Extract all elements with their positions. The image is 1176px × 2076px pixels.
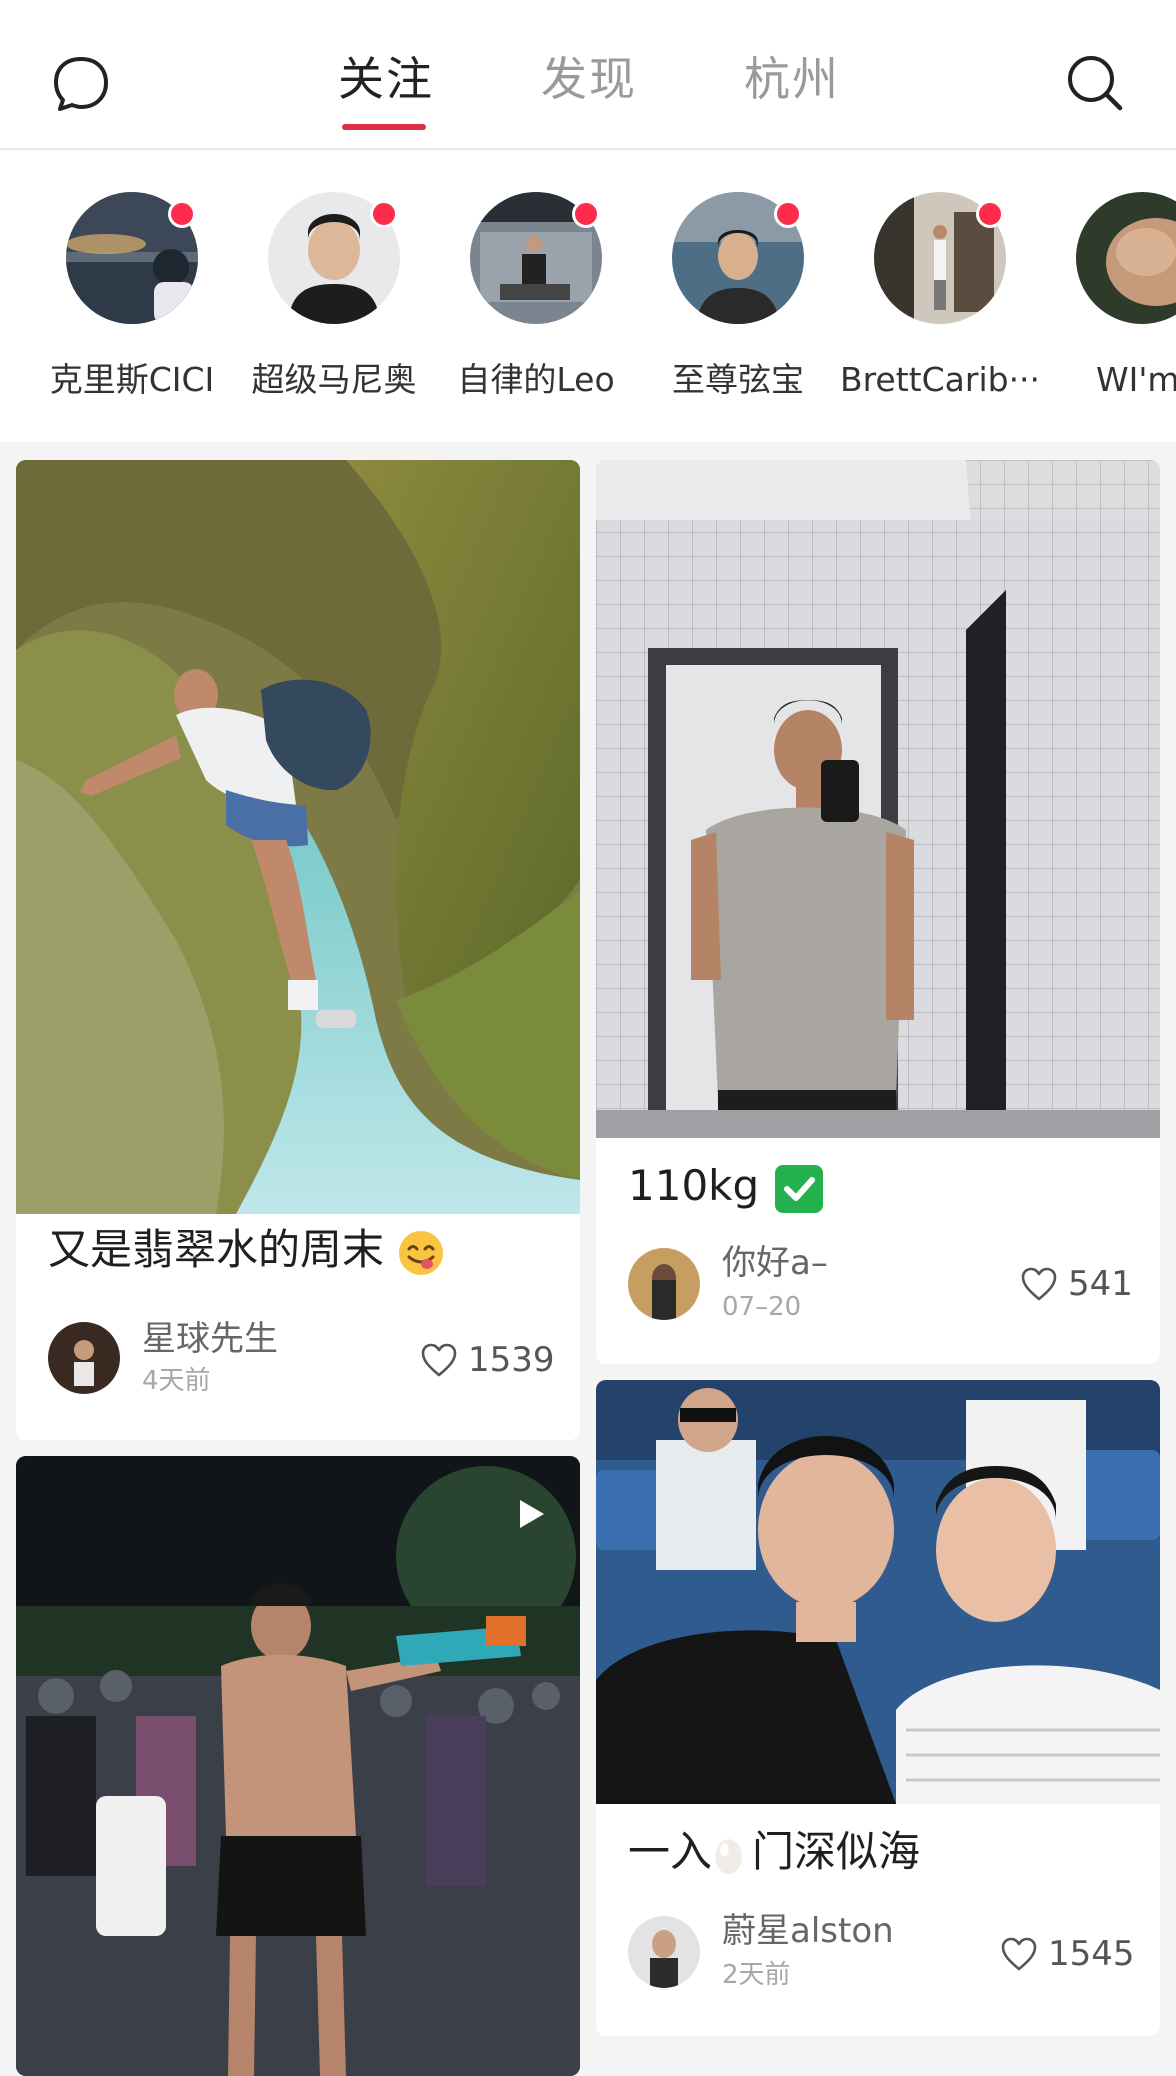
feed-card[interactable]: 一入 门深似海 蔚星alston 2天前 1545 <box>596 1380 1160 2036</box>
post-cover-image <box>596 460 1160 1138</box>
like-count: 541 <box>1068 1264 1133 1304</box>
story-item[interactable]: 超级马尼奥 <box>234 192 434 422</box>
story-item[interactable]: 至尊弦宝 <box>638 192 838 422</box>
post-date: 2天前 <box>722 1960 791 1990</box>
story-name: 至尊弦宝 <box>672 360 804 399</box>
avatar <box>1076 192 1176 324</box>
post-cover-image <box>16 460 580 1214</box>
play-icon <box>512 1496 548 1532</box>
tab-bar: 关注 发现 杭州 <box>0 46 1176 136</box>
story-item[interactable]: BrettCarib··· <box>840 192 1040 422</box>
search-icon[interactable] <box>1064 52 1126 114</box>
post-title: 又是翡翠水的周末 <box>48 1222 445 1278</box>
new-update-dot <box>168 200 196 228</box>
author-avatar[interactable] <box>48 1322 120 1394</box>
heart-icon <box>1001 1937 1037 1971</box>
like-count: 1545 <box>1048 1934 1135 1974</box>
story-item[interactable]: WI'm <box>1042 192 1176 422</box>
heart-icon <box>421 1343 457 1377</box>
active-tab-indicator <box>342 124 426 130</box>
tab-discover[interactable]: 发现 <box>541 46 637 112</box>
feed-card[interactable]: 110kg 你好a– 07–20 541 <box>596 460 1160 1364</box>
like-button[interactable]: 1539 <box>420 1338 560 1382</box>
tab-following[interactable]: 关注 <box>338 46 434 112</box>
story-name: 自律的Leo <box>457 360 615 399</box>
post-date: 4天前 <box>142 1366 211 1396</box>
check-mark-button-emoji <box>774 1164 823 1213</box>
new-update-dot <box>976 200 1004 228</box>
feed-card[interactable] <box>16 1456 580 2076</box>
tab-city[interactable]: 杭州 <box>744 46 840 112</box>
face-savoring-food-emoji <box>399 1230 444 1275</box>
new-update-dot <box>572 200 600 228</box>
author-avatar[interactable] <box>628 1248 700 1320</box>
post-cover-image <box>596 1380 1160 1804</box>
feed-card[interactable]: 又是翡翠水的周末 星球先生 4天前 1539 <box>16 460 580 1440</box>
story-item[interactable]: 自律的Leo <box>436 192 636 422</box>
story-name: 克里斯CICI <box>49 360 215 399</box>
like-button[interactable]: 1545 <box>1000 1932 1140 1976</box>
author-name[interactable]: 星球先生 <box>142 1318 278 1360</box>
egg-emoji <box>715 1838 743 1874</box>
post-date: 07–20 <box>722 1292 802 1322</box>
story-name: 超级马尼奥 <box>251 360 417 399</box>
author-name[interactable]: 你好a– <box>722 1242 828 1284</box>
post-title: 110kg <box>628 1158 823 1214</box>
new-update-dot <box>774 200 802 228</box>
story-name: WI'm <box>1096 360 1176 399</box>
like-count: 1539 <box>468 1340 555 1380</box>
following-stories-row: 克里斯CICI 超级马尼奥 自律的Leo 至尊弦宝 BrettCarib··· … <box>0 150 1176 442</box>
top-bar: 关注 发现 杭州 <box>0 0 1176 150</box>
post-cover-image <box>16 1456 580 2076</box>
new-update-dot <box>370 200 398 228</box>
post-title: 一入 门深似海 <box>628 1824 920 1880</box>
heart-icon <box>1021 1267 1057 1301</box>
author-avatar[interactable] <box>628 1916 700 1988</box>
like-button[interactable]: 541 <box>1020 1262 1140 1306</box>
story-item[interactable]: 克里斯CICI <box>32 192 232 422</box>
story-name: BrettCarib··· <box>839 360 1041 399</box>
author-name[interactable]: 蔚星alston <box>722 1910 894 1952</box>
